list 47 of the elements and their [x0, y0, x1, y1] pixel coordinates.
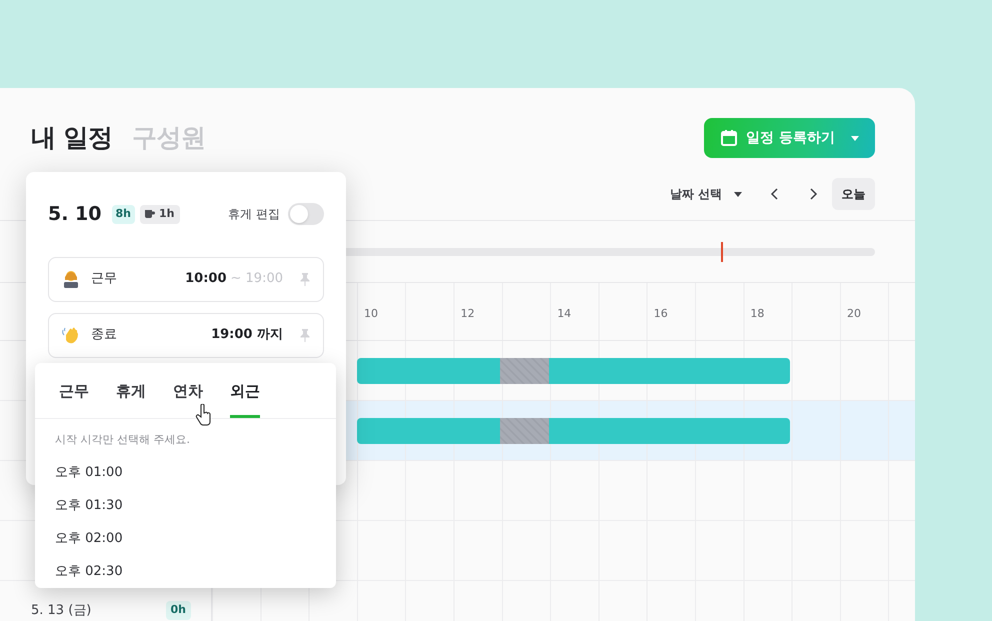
row-date: 5. 13 (금): [31, 602, 92, 620]
break-segment: [500, 358, 549, 384]
work-bar[interactable]: [357, 358, 790, 384]
entry-time: 10:00: [185, 270, 226, 288]
hour-label: 14: [557, 306, 572, 320]
type-tab[interactable]: 근무: [59, 363, 89, 418]
next-icon[interactable]: [808, 188, 818, 200]
entry-label: 근무: [91, 270, 117, 288]
hand-cursor-icon: [195, 404, 213, 426]
time-option[interactable]: 오후 01:00: [35, 456, 336, 490]
time-entry[interactable]: 종료 19:00 까지: [48, 312, 324, 358]
work-hours-badge: 8h: [112, 205, 135, 224]
entry-label: 종료: [91, 326, 117, 344]
hour-label: 18: [750, 306, 764, 320]
hour-label: 16: [654, 306, 668, 320]
work-bar[interactable]: [357, 418, 790, 444]
time-option[interactable]: 오후 02:00: [35, 522, 336, 556]
today-button[interactable]: 오늘: [832, 178, 875, 210]
pin-icon[interactable]: [299, 272, 311, 286]
waving-hand-icon: [61, 325, 81, 345]
break-edit-toggle[interactable]: [288, 203, 324, 226]
type-tab[interactable]: 외근: [230, 363, 260, 418]
view-tab[interactable]: 내 일정: [31, 119, 112, 157]
type-tab[interactable]: 연차: [173, 363, 203, 418]
hour-label: 10: [364, 306, 378, 320]
time-option[interactable]: 오후 02:30: [35, 556, 336, 588]
calendar-icon: [720, 129, 738, 147]
time-option[interactable]: 오후 01:30: [35, 490, 336, 522]
caret-icon: [734, 192, 742, 196]
pin-icon[interactable]: [299, 328, 311, 342]
break-segment: [500, 418, 549, 444]
entry-end-time: ~ 19:00: [230, 270, 283, 288]
entry-time: 19:00 까지: [211, 326, 283, 344]
card-date: 5. 10: [48, 202, 102, 227]
menu-hint: 시작 시각만 선택해 주세요.: [54, 432, 191, 448]
hour-label: 20: [846, 306, 861, 320]
cup-icon: [145, 210, 155, 219]
time-entry[interactable]: 근무 10:00 ~ 19:00: [48, 256, 324, 302]
person-laptop-icon: [61, 269, 81, 289]
caret-icon: [851, 136, 859, 140]
type-tab[interactable]: 휴게: [116, 363, 146, 418]
break-edit-label: 휴게 편집: [228, 206, 280, 224]
date-select-dropdown[interactable]: 날짜 선택: [670, 185, 742, 203]
hour-label: 12: [460, 306, 475, 320]
previous-icon[interactable]: [770, 188, 780, 200]
hours-badge: 0h: [166, 601, 191, 620]
break-hours-badge: 1h: [140, 205, 180, 224]
